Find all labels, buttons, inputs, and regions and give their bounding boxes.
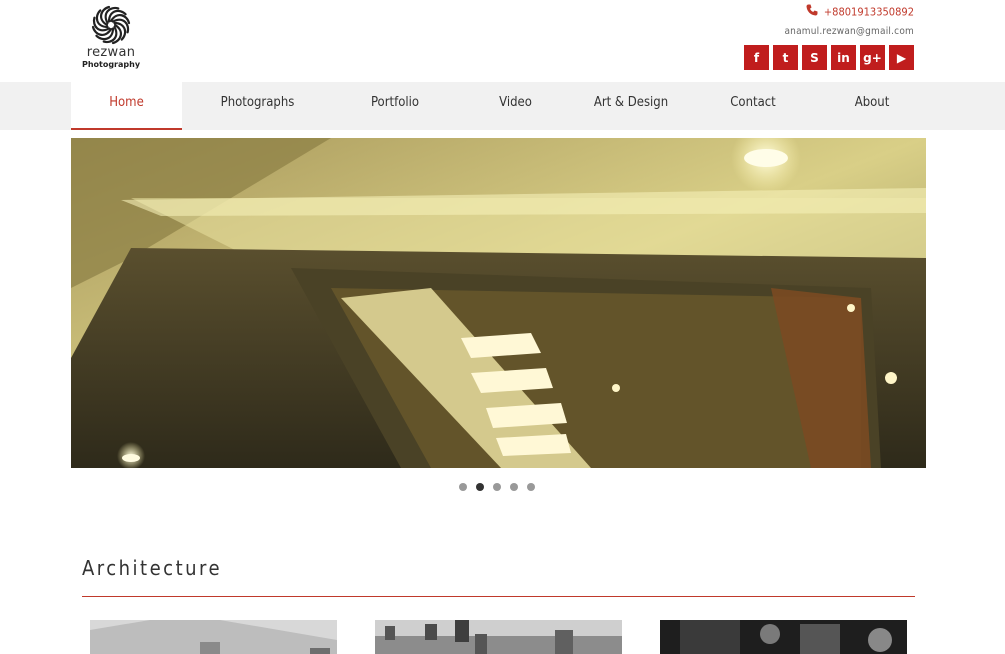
logo-swirl-icon (91, 5, 131, 45)
phone-line[interactable]: +8801913350892 (784, 4, 914, 20)
thumb-photo (90, 620, 337, 654)
email-address[interactable]: anamul.rezwan@gmail.com (784, 25, 914, 39)
skype-icon[interactable]: S (802, 45, 827, 70)
slider-dot-active[interactable] (476, 483, 484, 491)
phone-number: +8801913350892 (823, 5, 914, 19)
main-nav: Home Photographs Portfolio Video Art & D… (0, 82, 1005, 130)
slider-pagination (459, 483, 535, 491)
logo-wordmark: rezwan (86, 45, 136, 60)
googleplus-icon[interactable]: g+ (860, 45, 885, 70)
site-logo[interactable]: rezwan Photography (80, 3, 142, 73)
nav-about[interactable]: About (836, 82, 908, 130)
youtube-icon[interactable]: ▶ (889, 45, 914, 70)
twitter-icon[interactable]: t (773, 45, 798, 70)
slider-dot[interactable] (527, 483, 535, 491)
facebook-icon[interactable]: f (744, 45, 769, 70)
gallery-thumb[interactable] (90, 620, 337, 654)
nav-contact[interactable]: Contact (711, 82, 795, 130)
slider-dot[interactable] (459, 483, 467, 491)
thumb-photo (660, 620, 907, 654)
site-header: rezwan Photography +8801913350892 anamul… (0, 0, 1005, 82)
section-divider (82, 596, 915, 597)
nav-video[interactable]: Video (478, 82, 553, 130)
contact-info: +8801913350892 anamul.rezwan@gmail.com (784, 4, 914, 39)
nav-home[interactable]: Home (71, 82, 182, 130)
social-links: f t S in g+ ▶ (744, 45, 914, 70)
slider-dot[interactable] (510, 483, 518, 491)
logo-subtitle: Photography (81, 60, 141, 69)
thumb-photo (375, 620, 622, 654)
linkedin-icon[interactable]: in (831, 45, 856, 70)
nav-portfolio[interactable]: Portfolio (350, 82, 440, 130)
nav-art-design[interactable]: Art & Design (586, 82, 676, 130)
gallery-thumb[interactable] (375, 620, 622, 654)
section-title: Architecture (82, 556, 223, 580)
slider-dot[interactable] (493, 483, 501, 491)
hero-slider-image[interactable] (71, 138, 926, 468)
gallery-thumb[interactable] (660, 620, 907, 654)
ceiling-photo (71, 138, 926, 468)
nav-photographs[interactable]: Photographs (205, 82, 310, 130)
phone-icon (806, 4, 818, 21)
